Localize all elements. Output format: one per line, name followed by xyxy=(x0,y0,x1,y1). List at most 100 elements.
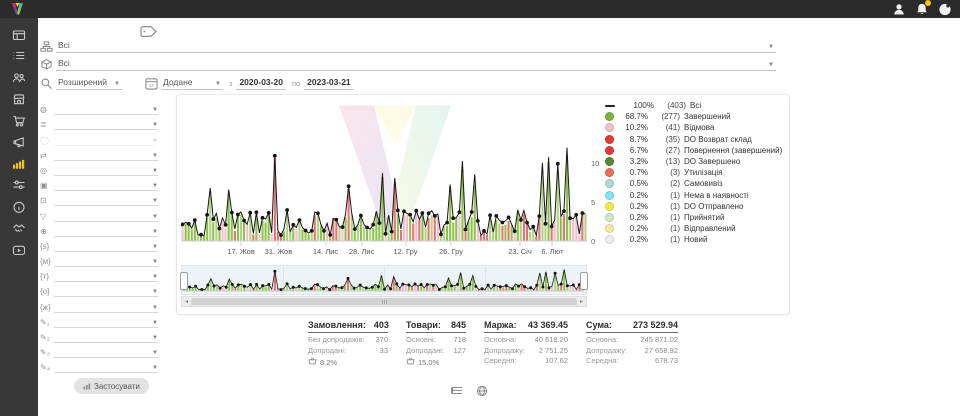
legend-count: (2) xyxy=(652,179,680,188)
date-field-select[interactable]: Додане ▼ xyxy=(161,77,223,90)
side-filter-select[interactable]: ▼ xyxy=(54,316,158,328)
side-filter-note3[interactable]: ✎₃▼ xyxy=(40,343,158,358)
notifications-bell-icon[interactable] xyxy=(915,2,929,16)
sidebar-item-users[interactable] xyxy=(0,67,38,89)
side-filter-person-transfer[interactable]: ⇄▼ xyxy=(40,146,158,161)
tag-icon[interactable] xyxy=(140,25,158,38)
side-filter-select[interactable]: ▼ xyxy=(54,210,158,222)
side-filter-select[interactable]: ▼ xyxy=(54,255,158,267)
sidebar-item-dashboard[interactable] xyxy=(0,24,38,46)
legend-label: Відмова xyxy=(684,123,714,132)
legend-item[interactable]: 0.2%(1)Новий xyxy=(605,234,787,245)
scroll-left-arrow[interactable]: ◂ xyxy=(182,298,191,305)
legend-item[interactable]: 0.5%(2)Самовивіз xyxy=(605,178,787,189)
y-axis-tick: 5 xyxy=(591,198,595,207)
side-filter-disc[interactable]: ◎▼ xyxy=(40,161,158,176)
legend-count: (35) xyxy=(652,135,680,144)
sidebar-item-announcements[interactable] xyxy=(0,132,38,154)
side-filter-select[interactable]: ▼ xyxy=(54,118,158,130)
legend-item[interactable]: 0.2%(1)Прийнятий xyxy=(605,212,787,223)
legend-item[interactable]: 100%(403)Всі xyxy=(605,100,787,111)
side-filter-var-zh[interactable]: {ж}▼ xyxy=(40,297,158,312)
side-filter-select[interactable]: ▼ xyxy=(54,270,158,282)
chart-legend: 100%(403)Всі68.7%(277)Завершений10.2%(41… xyxy=(605,100,787,245)
main-sidebar xyxy=(0,18,38,416)
side-filter-select[interactable]: ▼ xyxy=(54,179,158,191)
side-filter-select[interactable]: ▼ xyxy=(54,301,158,313)
sidebar-item-info[interactable] xyxy=(0,196,38,218)
stat-subrow: Середня:678.73 xyxy=(586,356,678,367)
brush-handle-right[interactable] xyxy=(580,272,588,290)
person-transfer-icon: ⇄ xyxy=(40,151,54,161)
globe-view-icon[interactable] xyxy=(476,384,488,396)
legend-item[interactable]: 0.2%(1)Нема в наявності xyxy=(605,190,787,201)
scroll-right-arrow[interactable]: ▸ xyxy=(577,298,586,305)
scrollbar-thumb[interactable] xyxy=(191,298,577,305)
sidebar-item-sliders[interactable] xyxy=(0,175,38,197)
legend-item[interactable]: 68.7%(277)Завершений xyxy=(605,111,787,122)
side-filter-package[interactable]: ▣▼ xyxy=(40,176,158,191)
sidebar-item-cart[interactable] xyxy=(0,110,38,132)
overview-brush-chart[interactable] xyxy=(181,265,587,295)
side-filter-circle[interactable]: ◯▼ xyxy=(40,130,158,145)
globe-icon: ⊕ xyxy=(40,227,54,237)
side-filter-select[interactable]: ▼ xyxy=(54,346,158,358)
legend-item[interactable]: 8.7%(35)DO Возврат склад xyxy=(605,134,787,145)
side-filter-var-s[interactable]: {s}▼ xyxy=(40,237,158,252)
sidebar-item-partners[interactable] xyxy=(0,218,38,240)
legend-item[interactable]: 6.7%(27)Повернення (завершений) xyxy=(605,145,787,156)
sidebar-item-stats[interactable] xyxy=(0,153,38,175)
chart-scrollbar[interactable]: ◂ ▸ xyxy=(181,296,587,307)
legend-count: (41) xyxy=(652,123,680,132)
product-filter: Всі ▼ xyxy=(40,57,776,71)
apply-button[interactable]: Застосувати xyxy=(74,378,149,394)
sidebar-item-store[interactable] xyxy=(0,89,38,111)
date-from-input[interactable]: 2020-03-20 xyxy=(236,77,285,90)
side-filter-sphere[interactable]: ◍▼ xyxy=(40,100,158,115)
side-filter-select[interactable]: ▼ xyxy=(54,149,158,161)
side-filter-filter-lines[interactable]: ≣▼ xyxy=(40,115,158,130)
legend-label: DO Возврат склад xyxy=(684,135,752,144)
side-filter-funnel[interactable]: ▽▼ xyxy=(40,206,158,221)
side-filter-var-t[interactable]: {т}▼ xyxy=(40,267,158,282)
status-select[interactable]: Всі ▼ xyxy=(56,40,776,53)
profile-avatar-icon[interactable] xyxy=(938,2,952,16)
side-filter-globe[interactable]: ⊕▼ xyxy=(40,222,158,237)
stat-header: Товари:845 xyxy=(406,320,466,333)
brush-handle-left[interactable] xyxy=(180,272,188,290)
stat-subrow: Допродажу:27 658.92 xyxy=(586,346,678,357)
brand-logo[interactable] xyxy=(10,2,25,16)
legend-count: (1) xyxy=(652,224,680,233)
side-filter-select[interactable]: ▼ xyxy=(54,103,158,115)
product-select[interactable]: Всі ▼ xyxy=(56,58,776,71)
orders-chart xyxy=(181,101,587,249)
side-filter-var-m[interactable]: {м}▼ xyxy=(40,252,158,267)
side-filter-var-o[interactable]: {о}▼ xyxy=(40,282,158,297)
side-filter-note4[interactable]: ✎₄▼ xyxy=(40,358,158,373)
legend-item[interactable]: 3.2%(13)DO Завершено xyxy=(605,156,787,167)
side-filter-select[interactable]: ▼ xyxy=(54,164,158,176)
side-filter-note1[interactable]: ✎₁▼ xyxy=(40,313,158,328)
stat-value: 273 529.94 xyxy=(633,320,678,330)
side-filter-note2[interactable]: ✎₂▼ xyxy=(40,328,158,343)
side-filter-frame[interactable]: ⊡▼ xyxy=(40,191,158,206)
side-filter-select[interactable]: ▼ xyxy=(54,240,158,252)
person-icon[interactable] xyxy=(892,2,906,16)
side-filter-select[interactable]: ▼ xyxy=(54,225,158,237)
side-filter-select[interactable]: ▼ xyxy=(54,194,158,206)
side-filter-select[interactable]: ▼ xyxy=(54,361,158,373)
side-filter-select[interactable]: ▼ xyxy=(54,331,158,343)
legend-item[interactable]: 10.2%(41)Відмова xyxy=(605,122,787,133)
side-filter-select[interactable]: ▼ xyxy=(54,134,158,146)
legend-item[interactable]: 0.7%(3)Утилізація xyxy=(605,167,787,178)
date-to-input[interactable]: 2023-03-21 xyxy=(304,77,353,90)
search-mode-select[interactable]: Розширений ▼ xyxy=(56,77,122,90)
sidebar-item-video[interactable] xyxy=(0,239,38,261)
side-filter-select[interactable]: ▼ xyxy=(54,285,158,297)
legend-item[interactable]: 0.2%(1)Відправлений xyxy=(605,223,787,234)
chevron-down-icon: ▼ xyxy=(211,81,221,87)
legend-item[interactable]: 0.2%(1)DO Отправлено xyxy=(605,201,787,212)
table-view-icon[interactable] xyxy=(451,384,463,396)
sidebar-item-orders-list[interactable] xyxy=(0,46,38,68)
dot-swatch xyxy=(605,179,614,188)
